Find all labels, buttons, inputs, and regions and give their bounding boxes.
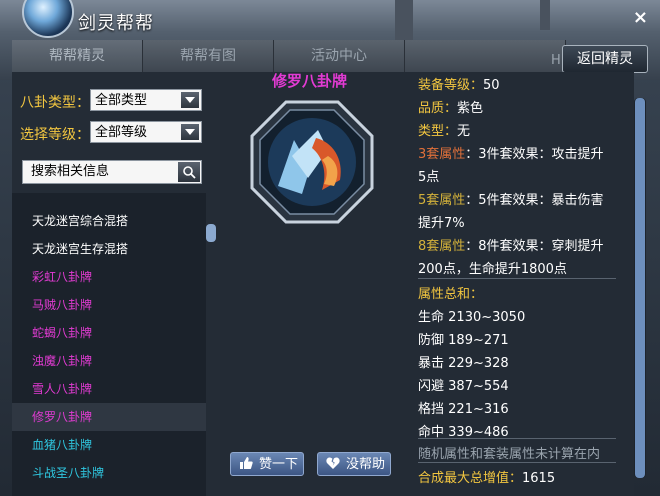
type-filter-label: 八卦类型： xyxy=(20,95,90,111)
max-value-row: 合成最大总增值：1615 xyxy=(418,467,555,486)
list-scrollbar-thumb[interactable] xyxy=(206,224,216,242)
stat-label: 暴击 xyxy=(418,356,445,371)
set8-row: 8套属性：8件套效果：穿刺提升 xyxy=(418,235,604,254)
list-item[interactable]: 雪人八卦牌 xyxy=(12,375,206,403)
chevron-down-icon[interactable] xyxy=(181,92,199,108)
title-bar: 剑灵帮帮 × xyxy=(0,0,660,38)
search-button[interactable] xyxy=(178,162,200,182)
category-value: 无 xyxy=(457,124,471,139)
list-item[interactable]: 修罗八卦牌 xyxy=(12,403,206,431)
set8-text-cont: 200点，生命提升1800点 xyxy=(418,262,567,277)
stat-value: 387~554 xyxy=(448,379,509,394)
app-logo-icon xyxy=(22,0,74,38)
tab-more-label: H xyxy=(551,53,561,68)
set3-text: ：3件套效果：攻击提升 xyxy=(465,147,604,162)
unhelpful-label: 没帮助 xyxy=(346,457,386,472)
like-button[interactable]: 赞一下 xyxy=(230,452,304,476)
search-placeholder: 搜索相关信息 xyxy=(31,164,110,179)
chevron-down-icon[interactable] xyxy=(181,124,199,140)
stat-row: 闪避 387~554 xyxy=(418,375,509,394)
set8-label: 8套属性 xyxy=(418,239,466,254)
list-item[interactable]: 天龙迷宫综合混搭 xyxy=(12,207,206,235)
tab-events[interactable]: 活动中心 xyxy=(274,40,405,72)
thumbs-up-icon xyxy=(240,457,253,469)
level-filter-label: 选择等级： xyxy=(20,127,90,143)
stat-value: 221~316 xyxy=(448,402,509,417)
stat-row: 格挡 221~316 xyxy=(418,398,509,417)
stat-label: 生命 xyxy=(418,310,445,325)
stat-note: 随机属性和套装属性未计算在内 xyxy=(418,447,601,462)
unhelpful-button[interactable]: 没帮助 xyxy=(317,452,391,476)
stat-value: 229~328 xyxy=(448,356,509,371)
app-window: 剑灵帮帮 × 帮帮精灵 帮帮有图 活动中心 H 返回精灵 八卦类型： 全部类型 … xyxy=(0,0,660,496)
equip-level-label: 装备等级： xyxy=(418,78,484,93)
list-item-partial[interactable] xyxy=(12,193,206,207)
list-item[interactable]: 蛇蝎八卦牌 xyxy=(12,319,206,347)
list-item[interactable]: 天龙迷宫生存混搭 xyxy=(12,235,206,263)
stat-total-label: 属性总和： xyxy=(418,287,484,302)
stat-row: 暴击 229~328 xyxy=(418,352,509,371)
list-item[interactable]: 彩虹八卦牌 xyxy=(12,263,206,291)
list-item[interactable]: 马贼八卦牌 xyxy=(12,291,206,319)
divider xyxy=(418,438,616,439)
equip-level-row: 装备等级：50 xyxy=(418,74,500,93)
stat-row: 生命 2130~3050 xyxy=(418,306,525,325)
stat-label: 闪避 xyxy=(418,379,445,394)
tab-helper[interactable]: 帮帮精灵 xyxy=(12,40,143,72)
set5-text-cont: 提升7% xyxy=(418,216,465,231)
stat-label: 防御 xyxy=(418,333,445,348)
type-select[interactable]: 全部类型 xyxy=(90,89,202,111)
set5-row: 5套属性：5件套效果：暴击伤害 xyxy=(418,189,604,208)
max-value: 1615 xyxy=(522,471,556,486)
item-name: 修罗八卦牌 xyxy=(272,72,348,90)
set8-text: ：8件套效果：穿刺提升 xyxy=(465,239,604,254)
equip-level-value: 50 xyxy=(483,78,500,93)
stat-label: 格挡 xyxy=(418,402,445,417)
set3-row: 3套属性：3件套效果：攻击提升 xyxy=(418,143,604,162)
search-icon xyxy=(183,166,196,179)
search-input[interactable]: 搜索相关信息 xyxy=(22,160,202,184)
set3-text-cont: 5点 xyxy=(418,170,440,185)
card-list: 天龙迷宫综合混搭 天龙迷宫生存混搭 彩虹八卦牌 马贼八卦牌 蛇蝎八卦牌 浊魔八卦牌 雪人八卦… xyxy=(12,193,206,496)
broken-heart-icon xyxy=(326,457,340,469)
window-title: 剑灵帮帮 xyxy=(78,13,154,34)
detail-scrollbar-thumb[interactable] xyxy=(635,98,645,478)
stat-value: 2130~3050 xyxy=(448,310,526,325)
detail-scrollbar[interactable] xyxy=(634,98,646,478)
category-row: 类型：无 xyxy=(418,120,470,139)
item-image xyxy=(250,100,374,224)
tab-pictures[interactable]: 帮帮有图 xyxy=(143,40,274,72)
like-label: 赞一下 xyxy=(259,457,299,472)
set5-text: ：5件套效果：暴击伤害 xyxy=(465,193,604,208)
set5-label: 5套属性 xyxy=(418,193,466,208)
stat-row: 防御 189~271 xyxy=(418,329,509,348)
divider xyxy=(418,462,616,463)
list-item[interactable]: 血猪八卦牌 xyxy=(12,431,206,459)
close-button[interactable]: × xyxy=(633,9,648,27)
divider xyxy=(418,278,616,279)
quality-label: 品质： xyxy=(418,101,458,116)
set3-label: 3套属性 xyxy=(418,147,466,162)
back-to-helper-button[interactable]: 返回精灵 xyxy=(562,45,648,73)
quality-row: 品质：紫色 xyxy=(418,97,483,116)
stat-value: 189~271 xyxy=(448,333,509,348)
list-item[interactable]: 浊魔八卦牌 xyxy=(12,347,206,375)
level-select-value: 全部等级 xyxy=(95,125,148,140)
type-select-value: 全部类型 xyxy=(95,93,148,108)
tab-more[interactable] xyxy=(405,40,566,72)
level-select[interactable]: 全部等级 xyxy=(90,121,202,143)
max-value-label: 合成最大总增值： xyxy=(418,471,523,486)
quality-value: 紫色 xyxy=(457,101,484,116)
category-label: 类型： xyxy=(418,124,458,139)
list-item[interactable]: 斗战圣八卦牌 xyxy=(12,459,206,487)
